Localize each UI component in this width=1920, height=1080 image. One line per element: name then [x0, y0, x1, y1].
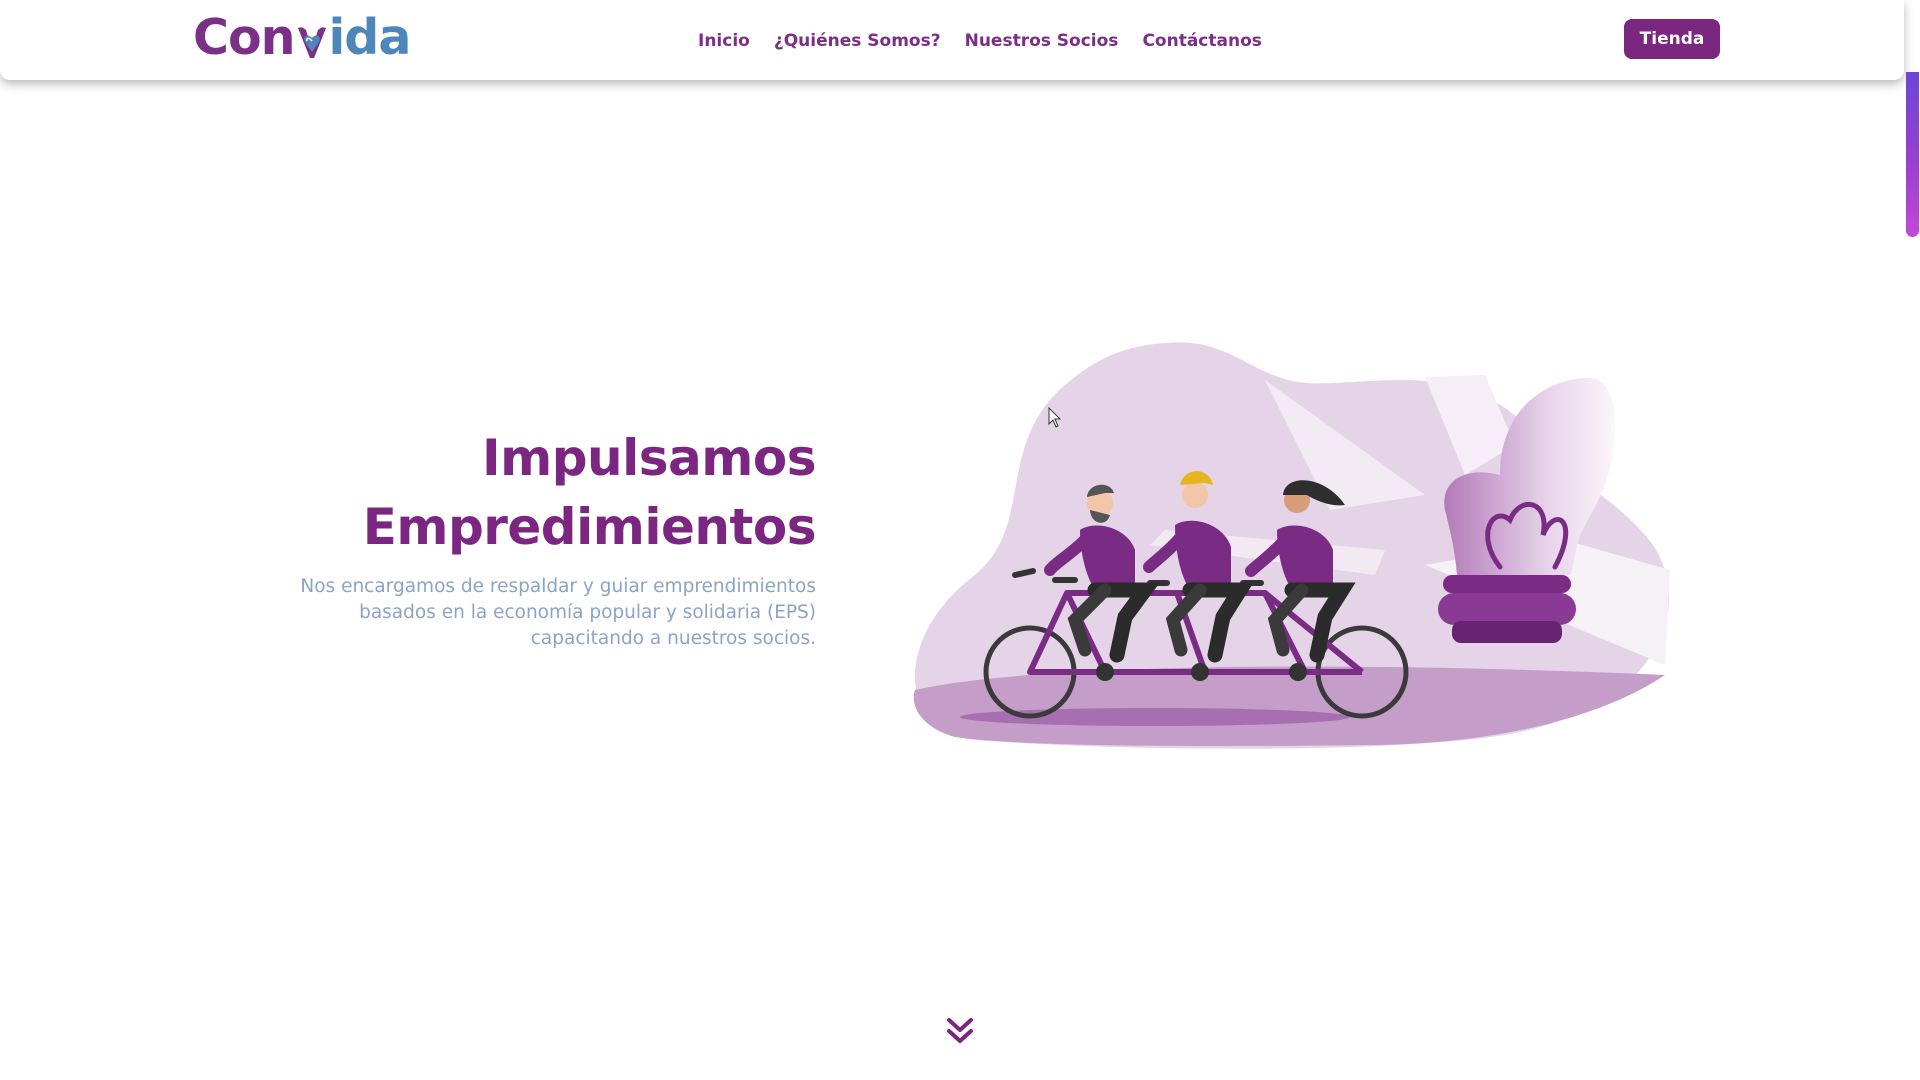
- nav-link-contactanos[interactable]: Contáctanos: [1142, 31, 1261, 51]
- shop-button[interactable]: Tienda: [1624, 19, 1720, 59]
- hero-title: Impulsamos Empredimientos: [230, 424, 817, 562]
- nav-link-inicio[interactable]: Inicio: [698, 31, 750, 51]
- site-header: Con ida Inicio ¿Quiénes Somos? Nuestros …: [0, 0, 1904, 80]
- logo-text-con: Con: [193, 8, 296, 66]
- nav-link-quienes-somos[interactable]: ¿Quiénes Somos?: [774, 31, 941, 51]
- hero-title-line2: Empredimientos: [362, 498, 817, 556]
- hero-subtitle-line3: capacitando a nuestros socios.: [530, 628, 816, 649]
- hero-subtitle: Nos encargamos de respaldar y guiar empr…: [230, 574, 816, 652]
- page: Con ida Inicio ¿Quiénes Somos? Nuestros …: [0, 0, 1920, 1080]
- double-chevron-down-icon[interactable]: [946, 1016, 974, 1048]
- hero-subtitle-line1: Nos encargamos de respaldar y guiar empr…: [300, 576, 816, 597]
- hero-title-line1: Impulsamos: [482, 429, 816, 487]
- main-nav: Inicio ¿Quiénes Somos? Nuestros Socios C…: [698, 29, 1262, 53]
- logo-text-ida: ida: [328, 8, 412, 66]
- heart-v-icon: [297, 27, 326, 58]
- logo[interactable]: Con ida: [193, 8, 412, 66]
- hero-text: Impulsamos Empredimientos Nos encargamos…: [230, 424, 816, 652]
- hero-subtitle-line2: basados en la economía popular y solidar…: [359, 602, 816, 623]
- tandem-bike-lightbulb-illustration: [913, 342, 1670, 749]
- nav-link-nuestros-socios[interactable]: Nuestros Socios: [965, 31, 1119, 51]
- mouse-cursor-icon: [1048, 407, 1062, 428]
- scrollbar-thumb[interactable]: [1906, 72, 1919, 237]
